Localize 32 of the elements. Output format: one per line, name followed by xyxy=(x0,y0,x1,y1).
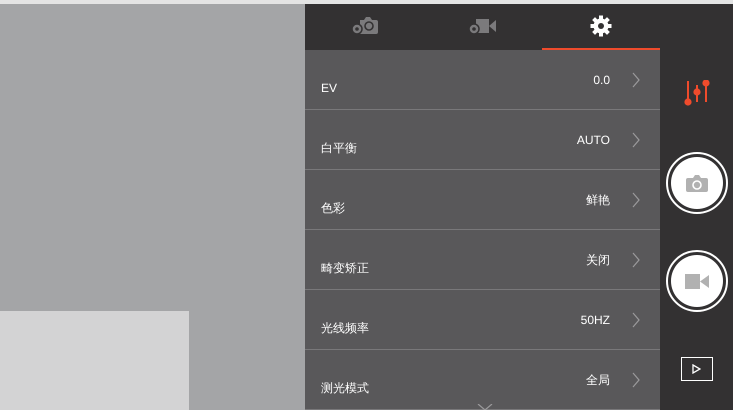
settings-row[interactable]: 测光模式 全局 xyxy=(305,350,660,410)
setting-value: 0.0 xyxy=(593,72,610,88)
setting-value: AUTO xyxy=(576,132,610,148)
settings-row[interactable]: 畸变矫正 关闭 xyxy=(305,230,660,290)
setting-label: 色彩 xyxy=(321,200,346,216)
chevron-down-icon[interactable] xyxy=(477,404,493,410)
settings-row[interactable]: EV 0.0 xyxy=(305,50,660,110)
camera-gear-icon xyxy=(350,16,378,36)
settings-row[interactable]: 白平衡 AUTO xyxy=(305,110,660,170)
video-camera-icon xyxy=(684,274,708,288)
setting-label: EV xyxy=(321,80,338,96)
play-icon xyxy=(692,364,701,374)
setting-label: 白平衡 xyxy=(321,140,358,156)
setting-label: 测光模式 xyxy=(321,380,370,396)
setting-label: 畸变矫正 xyxy=(321,260,370,276)
setting-label: 光线频率 xyxy=(321,320,370,336)
chevron-right-icon xyxy=(632,72,640,88)
video-camera-gear-icon xyxy=(467,16,498,36)
setting-value: 鲜艳 xyxy=(586,192,610,208)
chevron-right-icon xyxy=(632,132,640,148)
playback-button[interactable] xyxy=(680,357,712,381)
setting-value: 全局 xyxy=(586,372,610,388)
settings-row[interactable]: 光线频率 50HZ xyxy=(305,290,660,350)
settings-row[interactable]: 色彩 鲜艳 xyxy=(305,170,660,230)
setting-value: 关闭 xyxy=(586,252,610,268)
chevron-right-icon xyxy=(632,312,640,328)
chevron-right-icon xyxy=(632,192,640,208)
chevron-right-icon xyxy=(632,252,640,268)
camera-icon xyxy=(686,174,708,192)
setting-value: 50HZ xyxy=(580,312,610,328)
sliders-icon[interactable] xyxy=(684,80,710,106)
chevron-right-icon xyxy=(632,372,640,388)
